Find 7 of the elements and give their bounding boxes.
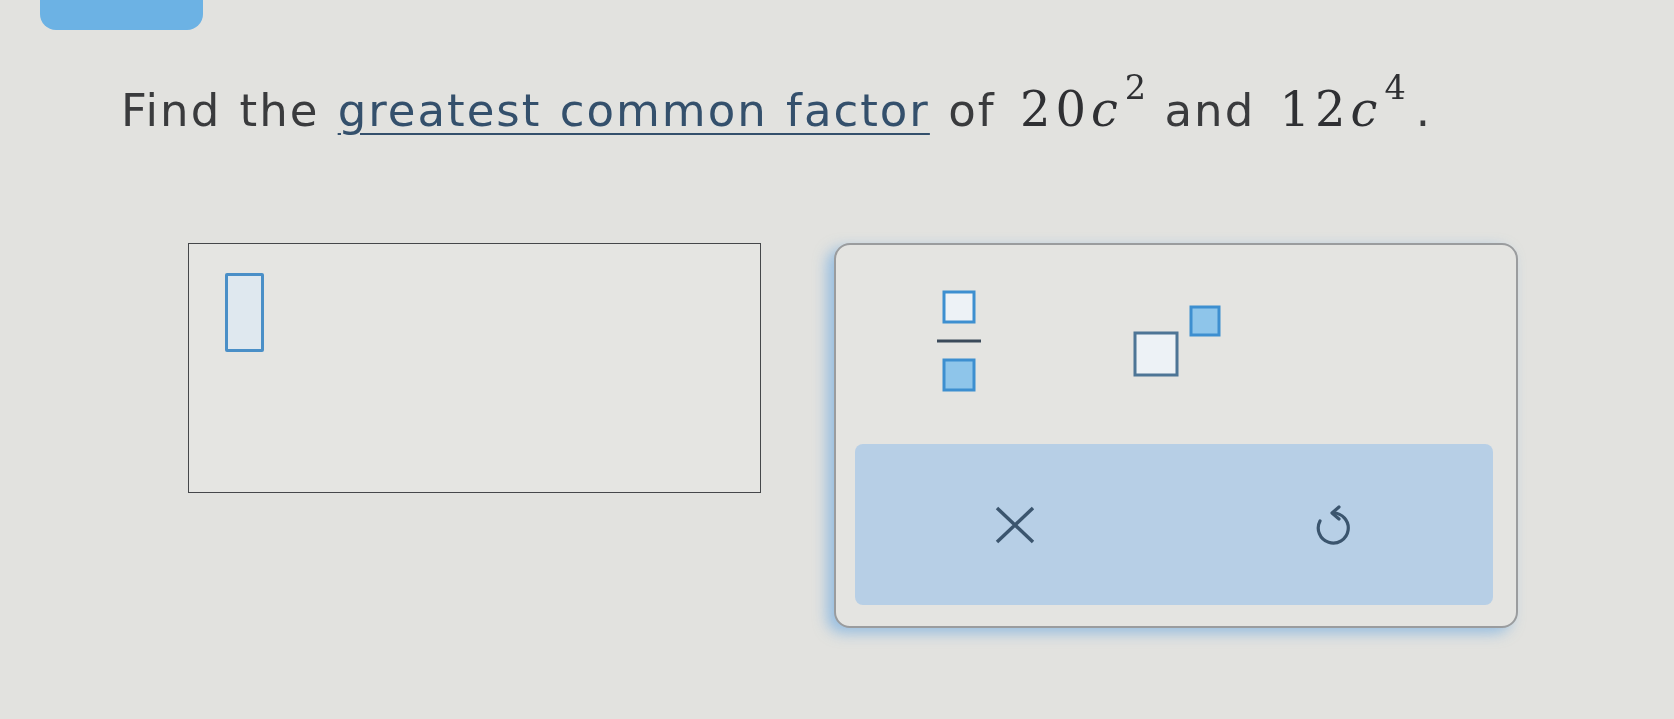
glossary-link[interactable]: greatest common factor [337,84,930,137]
undo-icon [1315,504,1352,545]
close-icon [994,505,1035,544]
fraction-icon [937,290,981,392]
superscript-icon [1133,305,1221,377]
empty-slot-icon [225,273,264,352]
question-text: Find the greatest common factor of 20 c$^{2}$ and 12 c$^{4}$ . [121,70,1433,139]
